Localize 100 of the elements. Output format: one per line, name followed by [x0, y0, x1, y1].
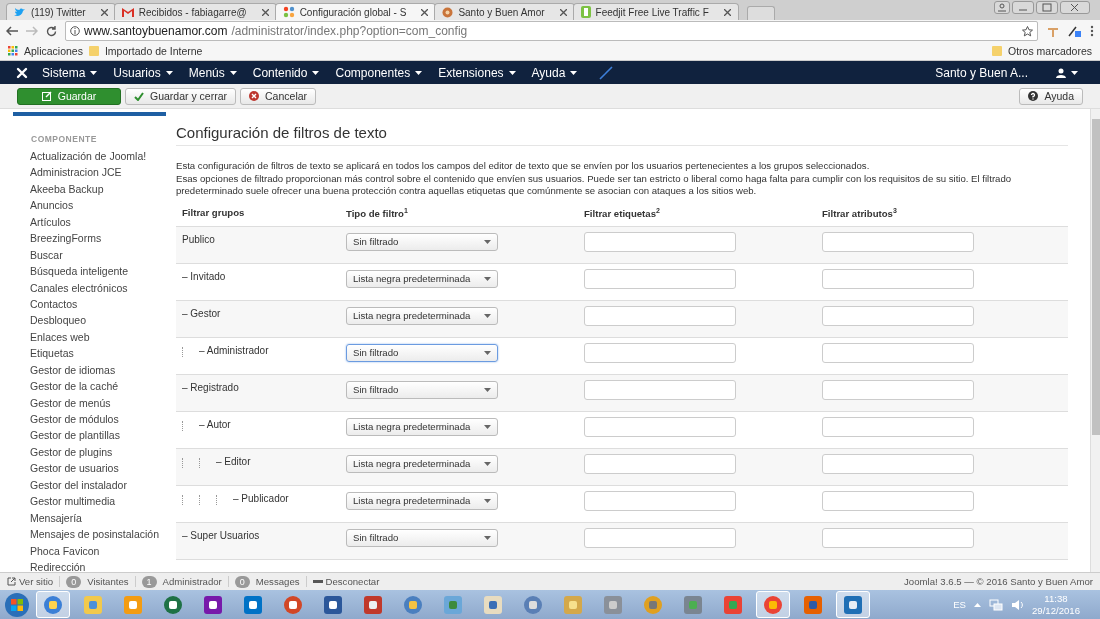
filter-tags-input[interactable] — [584, 490, 736, 511]
sidebar-item[interactable]: Gestor de módulos — [13, 411, 166, 428]
filter-type-dropdown[interactable]: Sin filtrado — [346, 343, 498, 362]
filter-tags-input[interactable] — [584, 379, 736, 400]
star-icon[interactable] — [1022, 25, 1033, 37]
nav-menu[interactable]: Extensiones — [430, 65, 524, 80]
filter-attributes-input[interactable] — [822, 268, 974, 289]
reload-icon[interactable] — [46, 25, 57, 37]
taskbar-app-button[interactable] — [36, 591, 70, 618]
filter-type-dropdown[interactable]: Lista negra predeterminada — [346, 306, 498, 325]
sidebar-item[interactable]: Gestor de menús — [13, 394, 166, 411]
filter-type-dropdown[interactable]: Lista negra predeterminada — [346, 417, 498, 436]
forward-arrow-icon[interactable] — [26, 26, 38, 36]
filter-tags-input[interactable] — [584, 453, 736, 474]
start-orb-icon[interactable] — [4, 591, 30, 618]
browser-tab[interactable]: Feedjit Free Live Traffic F — [572, 3, 739, 20]
site-link[interactable]: Santo y Buen A... — [935, 65, 1056, 80]
nav-menu[interactable]: Ayuda — [523, 65, 586, 80]
speaker-icon[interactable] — [1011, 598, 1024, 611]
sidebar-item[interactable]: Gestor de plantillas — [13, 427, 166, 444]
network-icon[interactable] — [989, 598, 1003, 611]
close-icon[interactable] — [723, 8, 731, 16]
bookmark-folder[interactable]: Importado de Interne — [104, 45, 203, 57]
filter-type-dropdown[interactable]: Lista negra predeterminada — [346, 454, 498, 473]
filter-attributes-input[interactable] — [822, 490, 974, 511]
close-icon[interactable] — [1060, 1, 1090, 14]
sidebar-item[interactable]: Buscar — [13, 246, 166, 264]
scrollbar[interactable] — [1090, 109, 1100, 572]
browser-tab[interactable]: (119) Twitter — [6, 3, 116, 20]
filter-tags-input[interactable] — [584, 416, 736, 437]
filter-attributes-input[interactable] — [822, 379, 974, 400]
sidebar-item[interactable]: Gestor de la caché — [13, 378, 166, 395]
filter-attributes-input[interactable] — [822, 527, 974, 548]
close-icon[interactable] — [261, 8, 269, 16]
sidebar-item[interactable]: Administracion JCE — [13, 164, 166, 181]
close-icon[interactable] — [559, 8, 567, 16]
sidebar-item[interactable]: Gestor del instalador — [13, 476, 166, 494]
taskbar-app-button[interactable] — [756, 591, 790, 618]
sidebar-item[interactable]: Anuncios — [13, 197, 166, 214]
apps-grid-icon[interactable] — [8, 46, 18, 56]
filter-attributes-input[interactable] — [822, 342, 974, 363]
filter-attributes-input[interactable] — [822, 453, 974, 474]
new-tab-button[interactable] — [746, 6, 775, 20]
sidebar-item[interactable]: Desbloqueo — [13, 312, 166, 329]
filter-type-dropdown[interactable]: Sin filtrado — [346, 528, 498, 547]
sidebar-item[interactable]: Actualización de Joomla! — [13, 148, 166, 165]
nav-menu[interactable]: Menús — [180, 65, 245, 80]
filter-tags-input[interactable] — [584, 527, 736, 548]
sidebar-item[interactable]: Contactos — [13, 295, 166, 313]
back-arrow-icon[interactable] — [6, 26, 18, 36]
eyedropper-icon[interactable] — [1068, 24, 1082, 38]
sidebar-item[interactable]: Etiquetas — [13, 345, 166, 362]
sidebar-item[interactable]: Redirección — [13, 558, 166, 572]
toolbar-button[interactable]: Cancelar — [240, 87, 317, 105]
logout-link[interactable]: Desconectar — [312, 576, 380, 587]
sidebar-item[interactable]: Mensajes de posinstalación — [13, 526, 166, 543]
sidebar-item[interactable]: Artículos — [13, 213, 166, 231]
view-site-link[interactable]: Ver sitio — [7, 576, 54, 587]
minimize-icon[interactable] — [1012, 1, 1034, 14]
toolbar-button[interactable]: Guardar y cerrar — [125, 87, 237, 105]
filter-type-dropdown[interactable]: Sin filtrado — [346, 232, 498, 251]
maximize-icon[interactable] — [1036, 1, 1058, 14]
menu-icon[interactable] — [1090, 25, 1094, 37]
browser-tab[interactable]: Configuración global - S — [274, 3, 437, 20]
bookmark-folder[interactable]: Otros marcadores — [1007, 45, 1092, 57]
sidebar-item[interactable]: Canales electrónicos — [13, 279, 166, 296]
filter-attributes-input[interactable] — [822, 231, 974, 252]
sidebar-item[interactable]: Gestor de plugins — [13, 443, 166, 461]
sidebar-item[interactable]: Gestor de usuarios — [13, 460, 166, 477]
browser-tab[interactable]: Santo y Buen Amor — [434, 3, 575, 20]
filter-type-dropdown[interactable]: Sin filtrado — [346, 380, 498, 399]
bookmark-link[interactable]: Aplicaciones — [24, 45, 83, 57]
sidebar-item[interactable]: Búsqueda inteligente — [13, 263, 166, 280]
sidebar-item[interactable]: BreezingForms — [13, 230, 166, 247]
filter-type-dropdown[interactable]: Lista negra predeterminada — [346, 491, 498, 510]
close-icon[interactable] — [100, 8, 108, 16]
toolbar-button[interactable]: Guardar — [17, 87, 121, 105]
sidebar-item[interactable]: Enlaces web — [13, 328, 166, 346]
sidebar-item[interactable]: Mensajería — [13, 509, 166, 527]
filter-tags-input[interactable] — [584, 342, 736, 363]
close-icon[interactable] — [421, 8, 429, 16]
address-field[interactable]: www.santoybuenamor.com /administrator/index.php?option=com_config — [65, 21, 1038, 41]
sidebar-item[interactable]: Akeeba Backup — [13, 180, 166, 198]
filter-tags-input[interactable] — [584, 268, 736, 289]
taskbar-app-button[interactable] — [836, 591, 870, 618]
sidebar-item[interactable]: Phoca Favicon — [13, 542, 166, 559]
filter-attributes-input[interactable] — [822, 416, 974, 437]
browser-tab[interactable]: Recibidos - fabiagarre@ — [113, 3, 277, 20]
filter-tags-input[interactable] — [584, 231, 736, 252]
filter-type-dropdown[interactable]: Lista negra predeterminada — [346, 269, 498, 288]
user-icon[interactable] — [1056, 67, 1066, 78]
sidebar-item[interactable]: Gestor de idiomas — [13, 361, 166, 379]
nav-menu[interactable]: Componentes — [327, 65, 431, 80]
nav-menu[interactable]: Contenido — [244, 65, 328, 80]
help-button[interactable]: Ayuda — [1019, 87, 1083, 105]
filter-attributes-input[interactable] — [822, 305, 974, 326]
sidebar-item[interactable]: Gestor multimedia — [13, 493, 166, 510]
nav-menu[interactable]: Usuarios — [105, 65, 181, 80]
caret-up-icon[interactable] — [974, 602, 981, 607]
nav-menu[interactable]: Sistema — [34, 65, 106, 80]
